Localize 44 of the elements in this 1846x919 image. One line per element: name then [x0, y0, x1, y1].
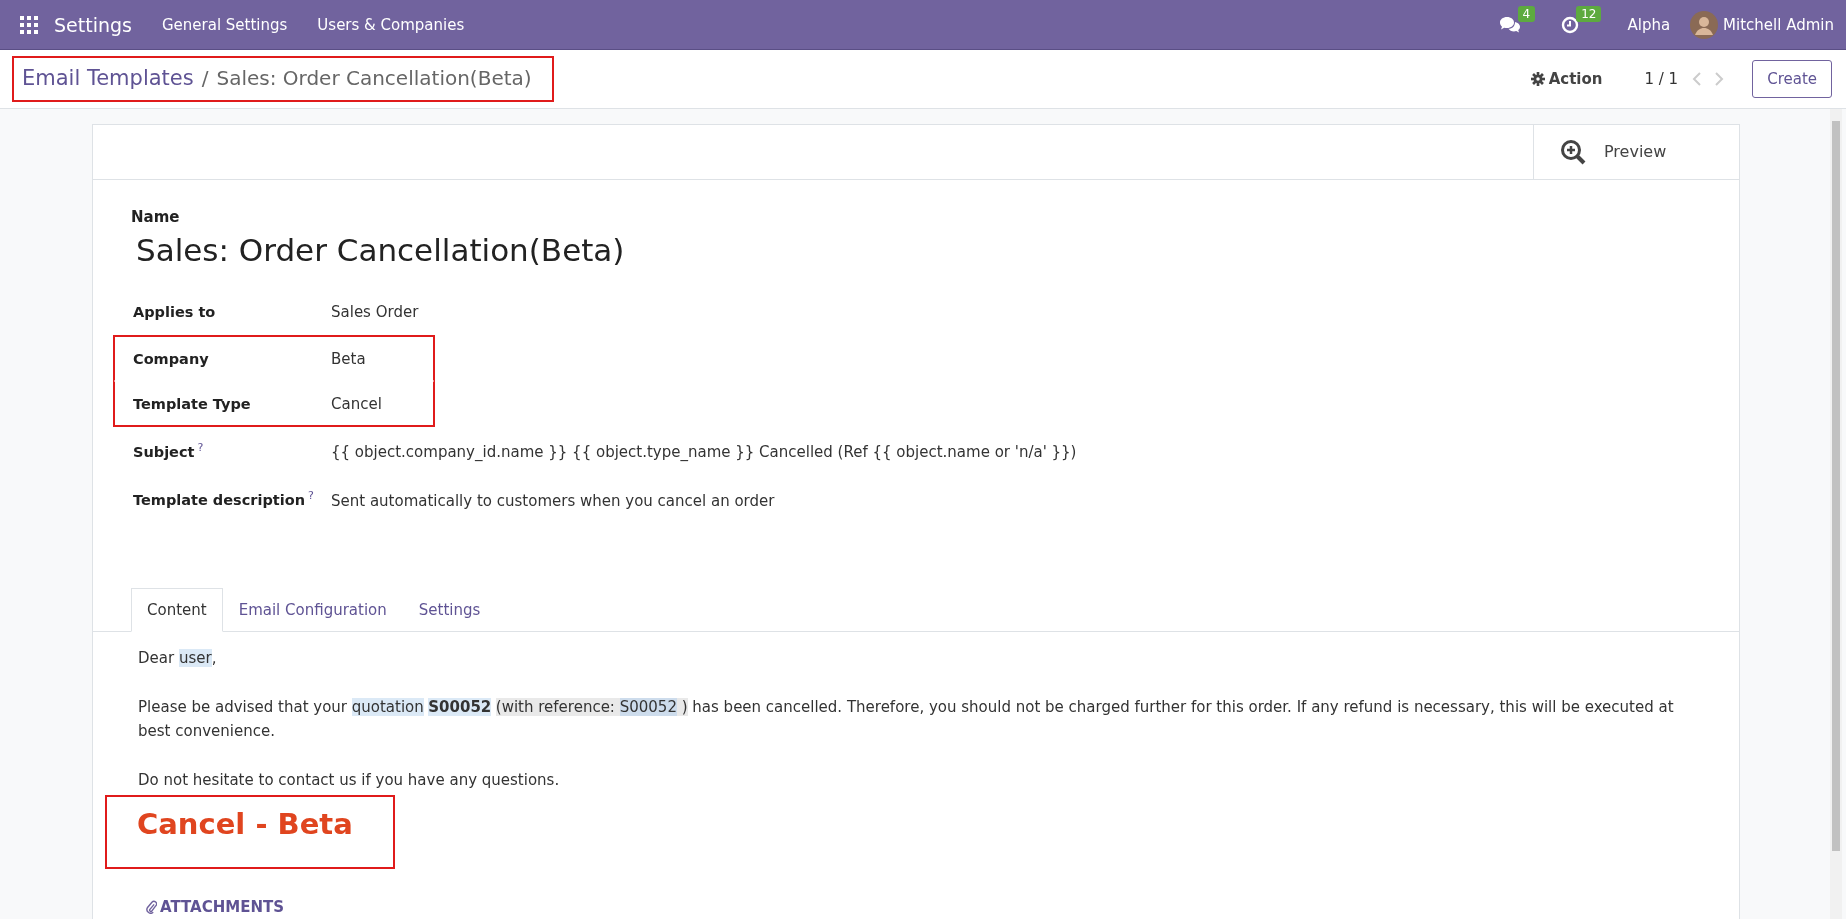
create-button[interactable]: Create — [1752, 60, 1832, 98]
pager-counter: 1 / 1 — [1644, 70, 1679, 88]
clock-icon[interactable] — [1561, 15, 1580, 34]
field-label: Company — [133, 350, 209, 367]
activity-count-badge: 12 — [1576, 5, 1602, 22]
field-value[interactable]: Sales Order — [331, 302, 419, 321]
tab[interactable]: Email Configuration — [222, 587, 403, 632]
next-icon[interactable] — [1714, 71, 1725, 87]
field-label: Subject — [133, 444, 195, 461]
field-value[interactable]: {{ object.company_id.name }} {{ object.type_name }} Cancelled (Ref {{ object.name or 'n/a' }}) — [331, 443, 1077, 462]
field-value[interactable]: Sent automatically to customers when you cancel an order — [331, 491, 775, 510]
greeting-text: Dear user, — [138, 647, 218, 669]
company-switcher[interactable]: Alpha — [1627, 15, 1671, 34]
field-label: Template description — [133, 492, 305, 509]
avatar-icon[interactable] — [1690, 10, 1719, 39]
gear-icon — [1530, 72, 1545, 86]
attachments-link[interactable]: ATTACHMENTS — [146, 895, 1699, 919]
action-button[interactable]: Action — [1524, 69, 1609, 89]
user-name[interactable]: Mitchell Admin — [1723, 15, 1834, 34]
help-tooltip-mark[interactable]: ? — [197, 440, 204, 454]
previous-icon[interactable] — [1692, 71, 1703, 87]
menu-item[interactable]: Users & Companies — [317, 15, 465, 34]
menu-item[interactable]: General Settings — [161, 15, 288, 34]
field-label: Name — [131, 207, 181, 226]
tab[interactable]: Settings — [402, 587, 497, 632]
field-label: Template Type — [133, 395, 251, 412]
breadcrumb-link[interactable]: Email Templates — [22, 66, 194, 90]
body-paragraph: Please be advised that your quotation S00052 (with reference: S00052 ) has been cancelled. Therefore, you should not be charged further for this order. If any refund is necessary, this will be executed at best convenience. — [138, 696, 1675, 742]
field-label: Applies to — [133, 303, 216, 320]
app-name[interactable]: Settings — [54, 13, 132, 36]
help-tooltip-mark[interactable]: ? — [308, 489, 314, 503]
paperclip-icon — [146, 900, 157, 914]
field-value[interactable]: Beta — [331, 349, 366, 368]
closing-text: Do not hesitate to contact us if you have any questions. — [138, 769, 561, 791]
message-count-badge: 4 — [1517, 5, 1536, 22]
apps-grid-icon[interactable] — [20, 15, 38, 34]
tab[interactable]: Content — [131, 587, 223, 632]
zoom-in-icon — [1560, 138, 1586, 165]
email-heading: Cancel - Beta — [137, 805, 353, 843]
chat-bubbles-icon[interactable] — [1498, 15, 1521, 34]
breadcrumb-current: Sales: Order Cancellation(Beta) — [216, 66, 532, 90]
breadcrumb-separator: / — [201, 66, 209, 90]
template-name: Sales: Order Cancellation(Beta) — [136, 231, 626, 268]
field-value[interactable]: Cancel — [331, 394, 382, 413]
